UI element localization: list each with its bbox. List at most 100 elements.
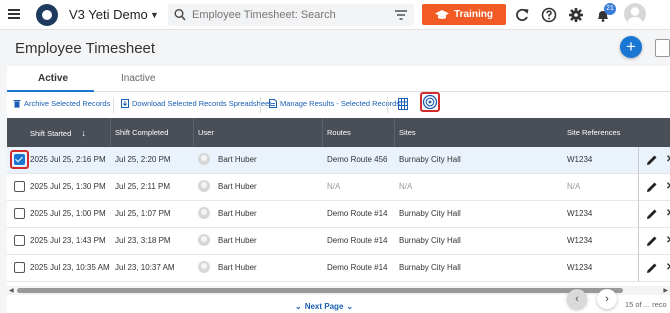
site-cell: Burnaby City Hall xyxy=(399,155,461,164)
column-header-shift-completed[interactable]: Shift Completed xyxy=(115,128,168,137)
column-header-label: Shift Started xyxy=(30,129,72,138)
edit-icon[interactable] xyxy=(646,154,658,166)
chevron-down-icon[interactable]: ▼ xyxy=(150,10,159,20)
site-reference-cell: W1234 xyxy=(567,263,593,272)
next-page-link[interactable]: ⌄ Next Page ⌄ xyxy=(295,302,353,311)
user-avatar-icon xyxy=(198,180,210,192)
scroll-left-icon[interactable]: ◀ xyxy=(9,287,14,294)
user-cell[interactable]: Bart Huber xyxy=(218,182,257,191)
help-icon[interactable] xyxy=(541,7,557,23)
close-icon[interactable]: ✕ xyxy=(666,154,670,166)
ai-assist-icon xyxy=(422,94,438,110)
page-title: Employee Timesheet xyxy=(15,40,156,57)
side-panel-button[interactable] xyxy=(655,39,670,57)
row-checkbox[interactable] xyxy=(14,235,25,246)
row-checkbox[interactable] xyxy=(14,262,25,273)
shift-started-cell: 2025 Jul 23, 10:35 AM xyxy=(30,263,110,272)
archive-selected-button[interactable]: Archive Selected Records xyxy=(13,99,110,108)
chevron-down-icon: ⌄ xyxy=(295,302,302,311)
search-input[interactable] xyxy=(192,7,382,23)
shift-completed-cell: Jul 23, 10:37 AM xyxy=(115,263,175,272)
edit-icon[interactable] xyxy=(646,208,658,220)
user-cell[interactable]: Bart Huber xyxy=(218,263,257,272)
table-row[interactable]: 2025 Jul 25, 1:30 PM Jul 25, 2:11 PM Bart … xyxy=(7,174,670,201)
row-actions: ✕ xyxy=(638,174,670,201)
toolbar-divider xyxy=(387,97,388,113)
table-row[interactable]: 2025 Jul 23, 10:35 AM Jul 23, 10:37 AM Bar… xyxy=(7,255,670,282)
training-button[interactable]: Training xyxy=(422,4,506,25)
site-cell: N/A xyxy=(399,182,413,191)
active-tab-indicator xyxy=(7,90,94,92)
shift-started-cell: 2025 Jul 25, 1:00 PM xyxy=(30,209,106,218)
search-icon xyxy=(174,9,186,21)
toolbar-divider xyxy=(113,97,114,113)
edit-icon[interactable] xyxy=(646,235,658,247)
manage-label: Manage Results - Selected Records xyxy=(280,99,401,108)
tab-active[interactable]: Active xyxy=(38,73,68,84)
shift-started-cell: 2025 Jul 25, 2:16 PM xyxy=(30,155,106,164)
row-actions: ✕ xyxy=(638,201,670,228)
sort-arrow-icon[interactable]: ↓ xyxy=(81,128,86,138)
user-cell[interactable]: Bart Huber xyxy=(218,236,257,245)
column-header-routes[interactable]: Routes xyxy=(327,128,351,137)
download-spreadsheet-button[interactable]: Download Selected Records Spreadsheet xyxy=(121,99,271,108)
top-bar: V3 Yeti Demo ▼ Training xyxy=(0,0,670,30)
route-cell: Demo Route 456 xyxy=(327,155,388,164)
manage-results-button[interactable]: Manage Results - Selected Records xyxy=(269,99,400,108)
filter-icon[interactable] xyxy=(394,8,408,22)
edit-icon[interactable] xyxy=(646,181,658,193)
site-reference-cell: W1234 xyxy=(567,236,593,245)
table-row[interactable]: 2025 Jul 25, 2:16 PM Jul 25, 2:20 PM Bart … xyxy=(7,147,670,174)
column-header-user[interactable]: User xyxy=(198,128,214,137)
row-checkbox[interactable] xyxy=(14,208,25,219)
app-title[interactable]: V3 Yeti Demo xyxy=(69,7,148,22)
user-avatar-icon xyxy=(198,261,210,273)
column-header-sites[interactable]: Sites xyxy=(399,128,416,137)
close-icon[interactable]: ✕ xyxy=(666,235,670,247)
ai-assist-button[interactable] xyxy=(420,92,440,112)
scrollbar-thumb[interactable] xyxy=(17,288,623,293)
user-cell[interactable]: Bart Huber xyxy=(218,155,257,164)
toolbar: Archive Selected Records Download Select… xyxy=(7,92,670,116)
site-cell: Burnaby City Hall xyxy=(399,236,461,245)
close-icon[interactable]: ✕ xyxy=(666,262,670,274)
shift-started-cell: 2025 Jul 25, 1:30 PM xyxy=(30,182,106,191)
shift-started-cell: 2025 Jul 23, 1:43 PM xyxy=(30,236,106,245)
notification-badge: 21 xyxy=(604,3,616,15)
column-divider xyxy=(322,118,323,147)
shift-completed-cell: Jul 25, 2:20 PM xyxy=(115,155,171,164)
table-row[interactable]: 2025 Jul 23, 1:43 PM Jul 23, 3:18 PM Bart … xyxy=(7,228,670,255)
tab-inactive[interactable]: Inactive xyxy=(121,73,155,84)
user-avatar[interactable] xyxy=(624,3,646,25)
edit-icon[interactable] xyxy=(646,262,658,274)
site-cell: Burnaby City Hall xyxy=(399,263,461,272)
timesheet-card: Active Inactive Archive Selected Records… xyxy=(7,66,670,313)
user-cell[interactable]: Bart Huber xyxy=(218,209,257,218)
training-label: Training xyxy=(454,9,493,20)
previous-page-button[interactable]: ‹ xyxy=(567,289,587,309)
next-page-button[interactable]: › xyxy=(597,289,617,309)
scroll-right-icon[interactable]: ▶ xyxy=(663,287,668,294)
gear-icon[interactable] xyxy=(568,7,584,23)
close-icon[interactable]: ✕ xyxy=(666,181,670,193)
user-avatar-icon xyxy=(198,207,210,219)
table-row[interactable]: 2025 Jul 25, 1:00 PM Jul 25, 1:07 PM Bart … xyxy=(7,201,670,228)
row-checkbox[interactable] xyxy=(14,154,25,165)
user-avatar-icon xyxy=(198,234,210,246)
record-count: 15 of ... reco xyxy=(625,300,667,309)
search-bar xyxy=(168,4,414,26)
close-icon[interactable]: ✕ xyxy=(666,208,670,220)
column-settings-icon[interactable] xyxy=(398,98,408,110)
add-record-button[interactable]: + xyxy=(620,36,642,58)
row-checkbox[interactable] xyxy=(14,181,25,192)
column-header-site-references[interactable]: Site References xyxy=(567,128,620,137)
row-actions: ✕ xyxy=(638,228,670,255)
menu-icon[interactable] xyxy=(8,9,20,19)
column-header-shift-started[interactable]: Shift Started ↓ xyxy=(30,128,86,138)
trash-icon xyxy=(13,100,21,108)
refresh-icon[interactable] xyxy=(514,7,530,23)
shift-completed-cell: Jul 23, 3:18 PM xyxy=(115,236,171,245)
route-cell: Demo Route #14 xyxy=(327,263,388,272)
column-divider xyxy=(394,118,395,147)
toolbar-divider xyxy=(260,97,261,113)
